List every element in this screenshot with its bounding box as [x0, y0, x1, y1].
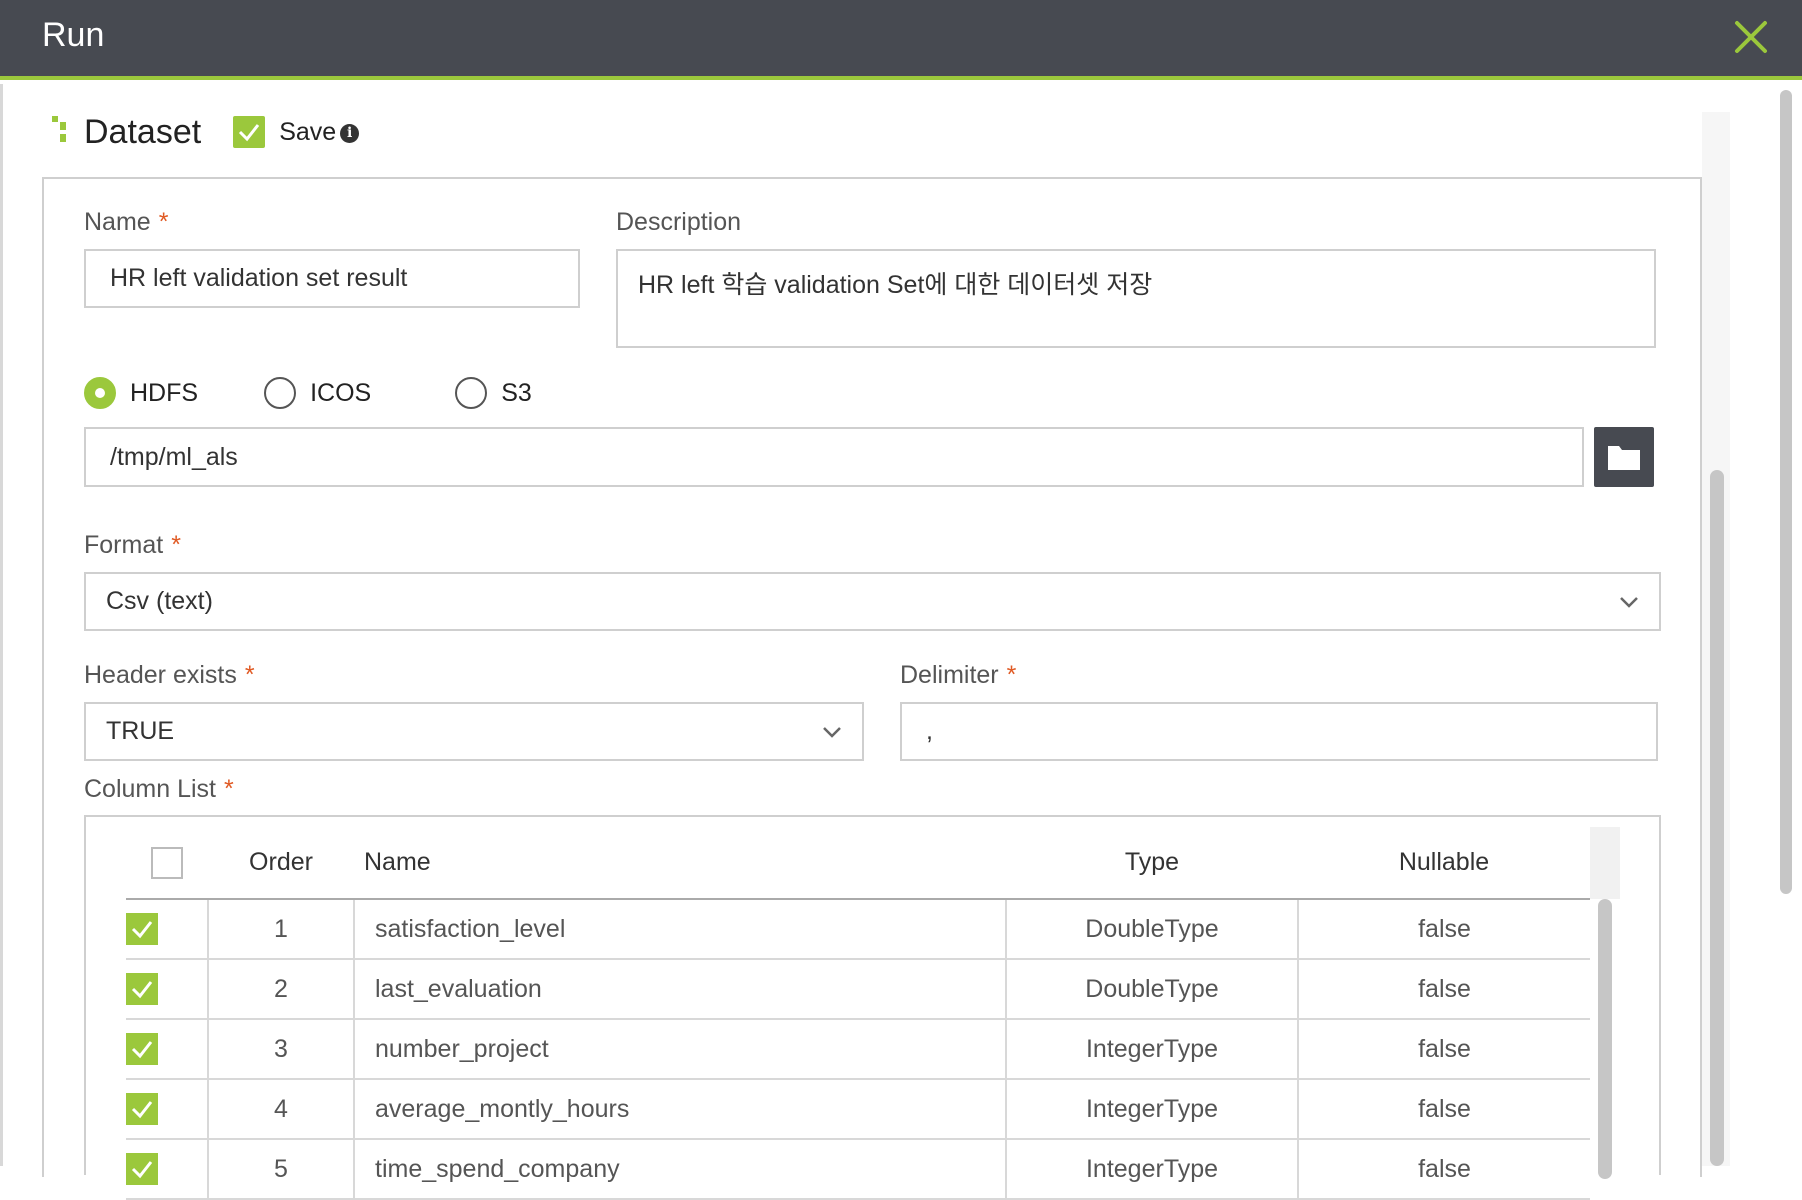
name-label: Name *	[84, 208, 169, 236]
header-exists-value: TRUE	[106, 717, 175, 745]
save-checkbox[interactable]	[233, 116, 266, 148]
nullable-cell: false	[1297, 1139, 1590, 1200]
nullable-column-header[interactable]: Nullable	[1298, 827, 1590, 900]
type-cell: DoubleType	[1005, 899, 1298, 960]
row-checkbox-cell	[126, 959, 208, 1020]
table-row: 5 time_spend_company IntegerType false	[126, 1139, 1590, 1200]
row-checkbox-cell	[126, 1139, 208, 1200]
content-scrollbar[interactable]	[1710, 470, 1724, 1166]
checkmark-icon	[131, 981, 153, 999]
format-value: Csv (text)	[106, 587, 213, 615]
name-input[interactable]: HR left validation set result	[84, 249, 580, 308]
row-checkbox-cell	[126, 1079, 208, 1140]
table-row: 1 satisfaction_level DoubleType false	[126, 899, 1590, 960]
row-checkbox[interactable]	[126, 973, 158, 1005]
required-mark: *	[158, 208, 169, 236]
type-cell: IntegerType	[1005, 1139, 1298, 1200]
row-checkbox[interactable]	[126, 1153, 158, 1185]
name-cell: last_evaluation	[353, 959, 1006, 1020]
description-textarea[interactable]: HR left 학습 validation Set에 대한 데이터셋 저장	[616, 249, 1656, 348]
dataset-section-header: Dataset Save i	[52, 110, 360, 154]
radio-s3[interactable]: S3	[455, 377, 532, 409]
order-cell: 1	[207, 899, 354, 960]
checkmark-icon	[131, 1101, 153, 1119]
table-row: 2 last_evaluation DoubleType false	[126, 959, 1590, 1020]
format-select[interactable]: Csv (text)	[84, 572, 1661, 631]
radio-indicator	[84, 377, 116, 409]
name-cell: time_spend_company	[353, 1139, 1006, 1200]
checkmark-icon	[239, 124, 260, 142]
order-cell: 2	[207, 959, 354, 1020]
left-edge	[0, 84, 3, 1166]
path-input[interactable]: /tmp/ml_als	[84, 427, 1584, 487]
name-column-header[interactable]: Name	[354, 827, 1006, 900]
checkmark-icon	[131, 1161, 153, 1179]
type-cell: IntegerType	[1005, 1019, 1298, 1080]
name-cell: average_montly_hours	[353, 1079, 1006, 1140]
checkmark-icon	[131, 1041, 153, 1059]
path-value: /tmp/ml_als	[110, 442, 238, 471]
delimiter-label: Delimiter *	[900, 661, 1017, 689]
select-all-cell	[126, 827, 208, 900]
folder-icon	[1608, 446, 1640, 470]
name-cell: satisfaction_level	[353, 899, 1006, 960]
modal-scroll-track	[1780, 90, 1792, 1166]
delimiter-input[interactable]: ,	[900, 702, 1658, 761]
radio-hdfs[interactable]: HDFS	[84, 377, 198, 409]
type-cell: DoubleType	[1005, 959, 1298, 1020]
browse-folder-button[interactable]	[1594, 427, 1654, 487]
table-row: 3 number_project IntegerType false	[126, 1019, 1590, 1080]
modal-header: Run	[0, 0, 1802, 80]
order-cell: 5	[207, 1139, 354, 1200]
row-checkbox-cell	[126, 1019, 208, 1080]
info-icon[interactable]: i	[340, 123, 360, 143]
description-label: Description	[616, 208, 742, 236]
close-button[interactable]	[1730, 16, 1772, 58]
row-checkbox-cell	[126, 899, 208, 960]
delimiter-value: ,	[926, 717, 933, 745]
column-list-table-container: Order Name Type Nullable 1 satisfaction_…	[84, 815, 1661, 1200]
radio-indicator	[455, 377, 488, 409]
header-exists-label: Header exists *	[84, 661, 255, 689]
nullable-cell: false	[1297, 959, 1590, 1020]
type-column-header[interactable]: Type	[1006, 827, 1298, 900]
storage-radio-group: HDFS ICOS S3	[84, 376, 592, 410]
table-scrollbar[interactable]	[1598, 899, 1612, 1179]
table-header-row: Order Name Type Nullable	[126, 827, 1590, 900]
section-title: Dataset	[84, 112, 202, 151]
dataset-section-icon	[52, 116, 72, 148]
order-cell: 4	[207, 1079, 354, 1140]
column-list-label: Column List *	[84, 775, 234, 803]
type-cell: IntegerType	[1005, 1079, 1298, 1140]
column-list-table: Order Name Type Nullable 1 satisfaction_…	[126, 827, 1590, 1200]
nullable-cell: false	[1297, 899, 1590, 960]
order-column-header[interactable]: Order	[208, 827, 354, 900]
table-header-gutter	[1590, 827, 1620, 899]
row-checkbox[interactable]	[126, 1033, 158, 1065]
modal-scrollbar[interactable]	[1780, 90, 1792, 894]
description-value: HR left 학습 validation Set에 대한 데이터셋 저장	[638, 271, 1153, 299]
nullable-cell: false	[1297, 1019, 1590, 1080]
nullable-cell: false	[1297, 1079, 1590, 1140]
close-icon	[1735, 21, 1767, 53]
chevron-down-icon	[823, 726, 841, 738]
radio-icos[interactable]: ICOS	[264, 377, 371, 409]
radio-indicator	[264, 377, 297, 409]
chevron-down-icon	[1620, 596, 1638, 608]
row-checkbox[interactable]	[126, 913, 158, 945]
table-row: 4 average_montly_hours IntegerType false	[126, 1079, 1590, 1140]
name-input-value: HR left validation set result	[110, 264, 408, 292]
format-label: Format *	[84, 531, 181, 559]
header-exists-select[interactable]: TRUE	[84, 702, 864, 761]
row-checkbox[interactable]	[126, 1093, 158, 1125]
order-cell: 3	[207, 1019, 354, 1080]
select-all-checkbox[interactable]	[151, 846, 183, 879]
modal-title: Run	[42, 16, 105, 54]
name-cell: number_project	[353, 1019, 1006, 1080]
checkmark-icon	[131, 921, 153, 939]
save-label: Save	[279, 117, 337, 146]
